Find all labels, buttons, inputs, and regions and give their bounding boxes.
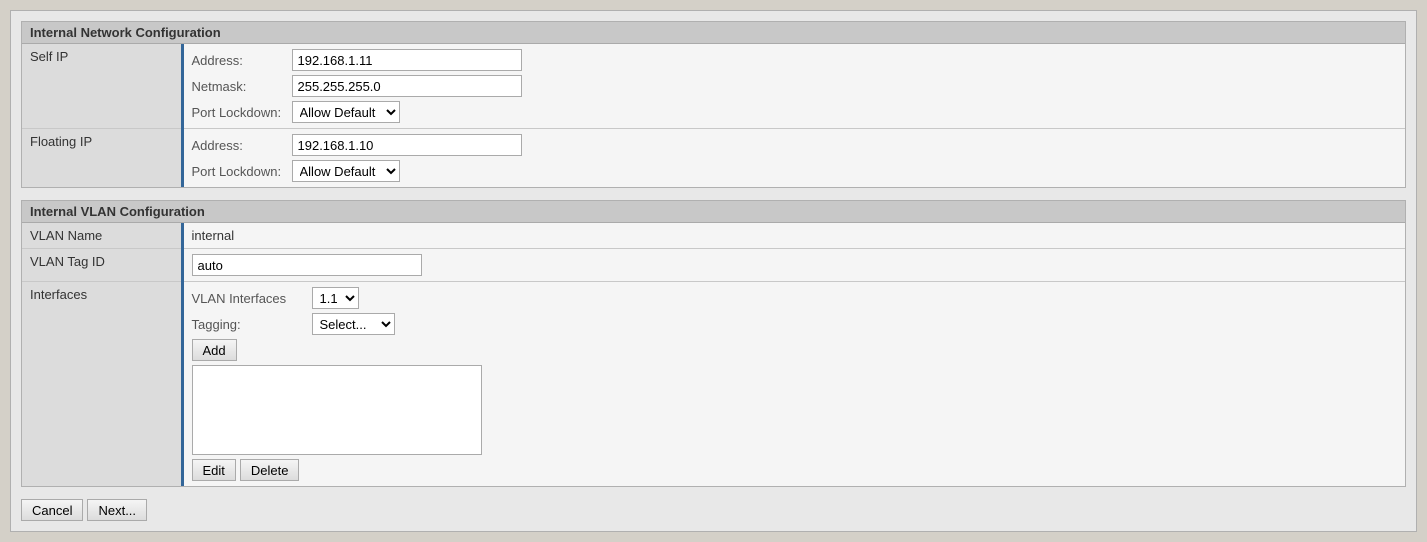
self-ip-address-row: Address: (192, 49, 1398, 71)
next-button[interactable]: Next... (87, 499, 147, 521)
tagging-row: Tagging: Select... tagged untagged (192, 313, 1398, 335)
self-ip-port-lockdown-label: Port Lockdown: (192, 105, 292, 120)
self-ip-netmask-row: Netmask: (192, 75, 1398, 97)
vlan-tag-input[interactable] (192, 254, 422, 276)
floating-ip-port-lockdown-row: Port Lockdown: Allow Default Allow All A… (192, 160, 1398, 182)
interfaces-row: Interfaces VLAN Interfaces 1.1 1.2 1.3 T… (22, 282, 1405, 487)
vlan-interfaces-row: VLAN Interfaces 1.1 1.2 1.3 (192, 287, 1398, 309)
self-ip-address-label: Address: (192, 53, 292, 68)
self-ip-address-input[interactable] (292, 49, 522, 71)
self-ip-port-lockdown-select[interactable]: Allow Default Allow All Allow None Allow… (292, 101, 400, 123)
floating-ip-address-input[interactable] (292, 134, 522, 156)
interfaces-list[interactable] (192, 365, 482, 455)
page-wrapper: Internal Network Configuration Self IP A… (10, 10, 1417, 532)
floating-ip-values: Address: Port Lockdown: Allow Default Al… (182, 129, 1405, 188)
self-ip-values: Address: Netmask: Port Lockdown: Allow D… (182, 44, 1405, 129)
floating-ip-label: Floating IP (22, 129, 182, 188)
vlan-name-row: VLAN Name internal (22, 223, 1405, 249)
floating-ip-port-lockdown-label: Port Lockdown: (192, 164, 292, 179)
footer-buttons: Cancel Next... (21, 499, 1406, 521)
internal-vlan-title: Internal VLAN Configuration (22, 201, 1405, 223)
internal-network-section: Internal Network Configuration Self IP A… (21, 21, 1406, 188)
self-ip-row: Self IP Address: Netmask: Port Lockdown:… (22, 44, 1405, 129)
self-ip-netmask-input[interactable] (292, 75, 522, 97)
internal-network-table: Self IP Address: Netmask: Port Lockdown:… (22, 44, 1405, 187)
edit-button[interactable]: Edit (192, 459, 236, 481)
edit-delete-row: Edit Delete (192, 459, 1398, 481)
interfaces-label: Interfaces (22, 282, 182, 487)
floating-ip-port-lockdown-select[interactable]: Allow Default Allow All Allow None Allow… (292, 160, 400, 182)
self-ip-label: Self IP (22, 44, 182, 129)
self-ip-netmask-label: Netmask: (192, 79, 292, 94)
delete-button[interactable]: Delete (240, 459, 300, 481)
floating-ip-row: Floating IP Address: Port Lockdown: Allo… (22, 129, 1405, 188)
interfaces-value-cell: VLAN Interfaces 1.1 1.2 1.3 Tagging: Sel… (182, 282, 1405, 487)
tagging-label: Tagging: (192, 317, 312, 332)
vlan-tag-row: VLAN Tag ID (22, 249, 1405, 282)
cancel-button[interactable]: Cancel (21, 499, 83, 521)
add-button[interactable]: Add (192, 339, 237, 361)
internal-network-title: Internal Network Configuration (22, 22, 1405, 44)
vlan-tag-value-cell (182, 249, 1405, 282)
vlan-interfaces-label: VLAN Interfaces (192, 291, 312, 306)
floating-ip-address-row: Address: (192, 134, 1398, 156)
internal-vlan-section: Internal VLAN Configuration VLAN Name in… (21, 200, 1406, 487)
self-ip-port-lockdown-row: Port Lockdown: Allow Default Allow All A… (192, 101, 1398, 123)
tagging-select[interactable]: Select... tagged untagged (312, 313, 395, 335)
vlan-tag-label: VLAN Tag ID (22, 249, 182, 282)
internal-vlan-table: VLAN Name internal VLAN Tag ID Interface… (22, 223, 1405, 486)
floating-ip-address-label: Address: (192, 138, 292, 153)
vlan-name-label: VLAN Name (22, 223, 182, 249)
vlan-interfaces-select[interactable]: 1.1 1.2 1.3 (312, 287, 359, 309)
vlan-name-value: internal (182, 223, 1405, 249)
add-button-row: Add (192, 339, 1398, 361)
